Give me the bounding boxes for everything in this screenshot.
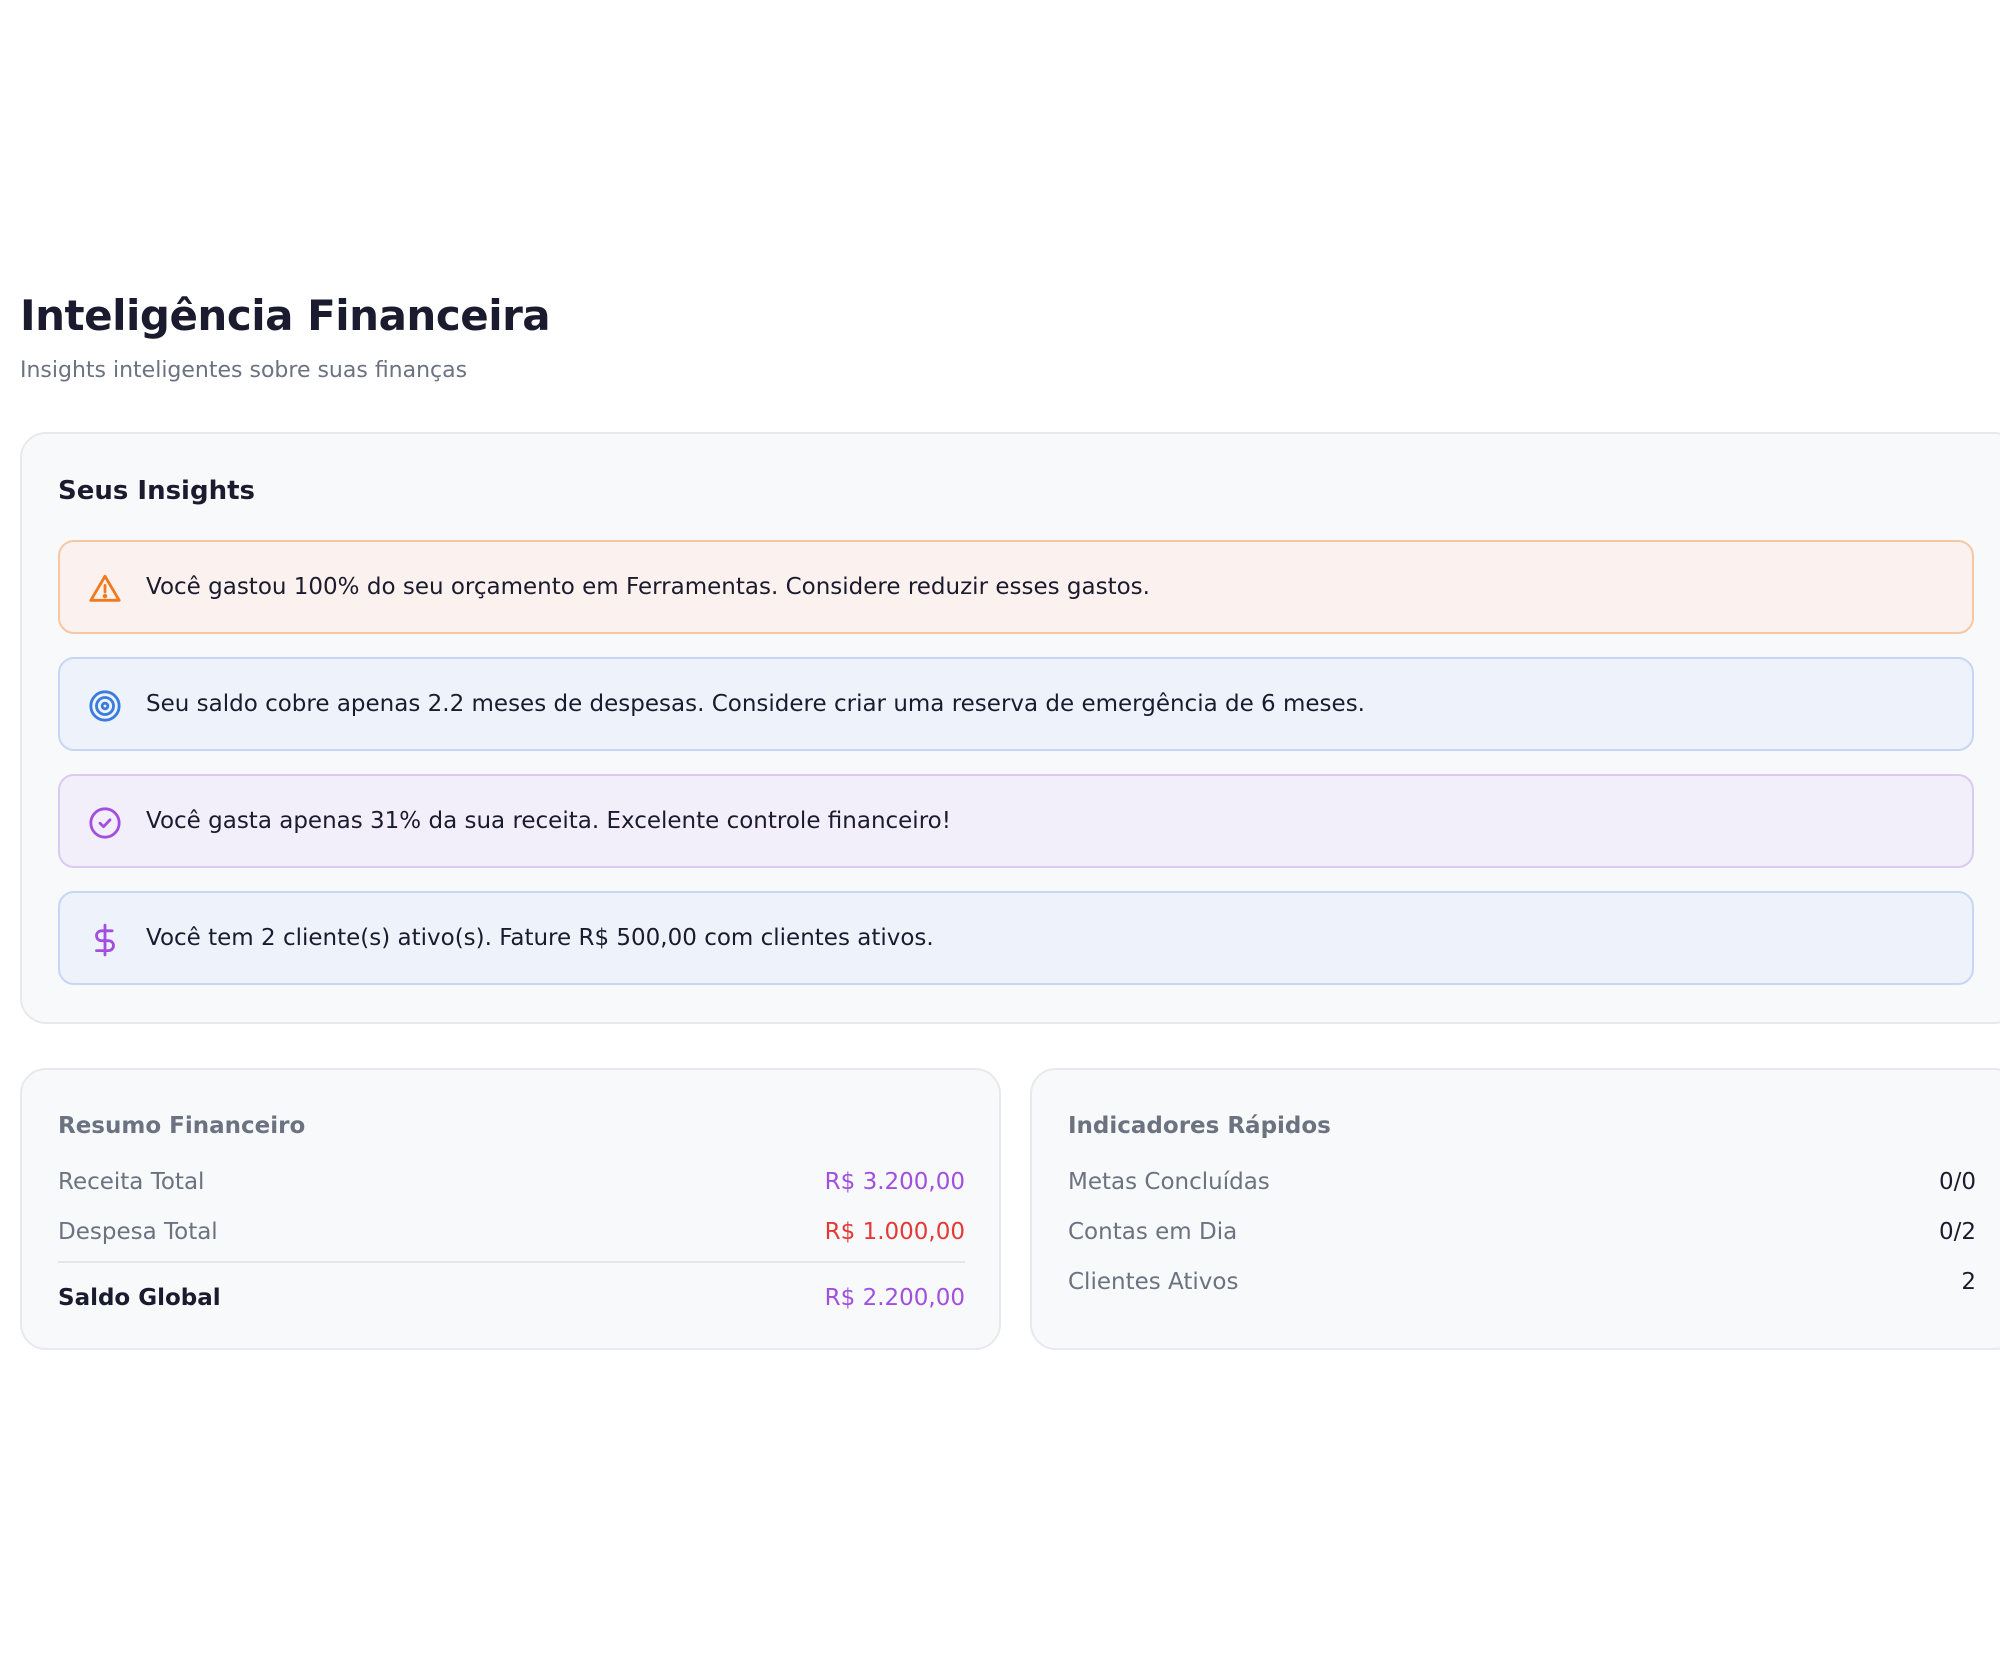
- indicator-row-active-clients: Clientes Ativos 2: [1068, 1266, 1976, 1298]
- financial-summary-title: Resumo Financeiro: [58, 1113, 306, 1139]
- target-icon: [88, 689, 122, 723]
- page-title: Inteligência Financeira: [20, 291, 551, 340]
- summary-value: R$ 1.000,00: [824, 1219, 965, 1245]
- summary-value: R$ 3.200,00: [824, 1169, 965, 1195]
- indicator-row-accounts-up-to-date: Contas em Dia 0/2: [1068, 1216, 1976, 1248]
- insight-text: Você tem 2 cliente(s) ativo(s). Fature R…: [146, 925, 934, 951]
- financial-summary-card: Resumo Financeiro Receita Total R$ 3.200…: [20, 1068, 1001, 1350]
- summary-row-global-balance: Saldo Global R$ 2.200,00: [58, 1282, 965, 1314]
- summary-row-total-expense: Despesa Total R$ 1.000,00: [58, 1216, 965, 1248]
- indicator-value: 2: [1961, 1269, 1976, 1295]
- insight-item-active-clients: Você tem 2 cliente(s) ativo(s). Fature R…: [58, 891, 1974, 985]
- dollar-icon: [88, 923, 122, 957]
- indicator-row-completed-goals: Metas Concluídas 0/0: [1068, 1166, 1976, 1198]
- quick-indicators-card: Indicadores Rápidos Metas Concluídas 0/0…: [1030, 1068, 2000, 1350]
- insight-item-spending-control: Você gasta apenas 31% da sua receita. Ex…: [58, 774, 1974, 868]
- summary-label: Receita Total: [58, 1169, 205, 1195]
- indicator-label: Contas em Dia: [1068, 1219, 1238, 1245]
- insight-item-budget-warning: Você gastou 100% do seu orçamento em Fer…: [58, 540, 1974, 634]
- page-header: Inteligência Financeira Insights intelig…: [20, 288, 551, 386]
- insight-item-emergency-reserve: Seu saldo cobre apenas 2.2 meses de desp…: [58, 657, 1974, 751]
- insights-title: Seus Insights: [58, 476, 255, 506]
- summary-label: Despesa Total: [58, 1219, 218, 1245]
- insight-list: Você gastou 100% do seu orçamento em Fer…: [58, 540, 1974, 1008]
- indicator-value: 0/2: [1938, 1219, 1976, 1245]
- indicator-label: Clientes Ativos: [1068, 1269, 1239, 1295]
- insights-card: Seus Insights Você gastou 100% do seu or…: [20, 432, 2000, 1024]
- indicator-value: 0/0: [1938, 1169, 1976, 1195]
- page-subtitle: Insights inteligentes sobre suas finança…: [20, 358, 468, 383]
- insight-text: Você gasta apenas 31% da sua receita. Ex…: [146, 808, 951, 834]
- summary-value: R$ 2.200,00: [824, 1285, 965, 1311]
- insight-text: Você gastou 100% do seu orçamento em Fer…: [146, 574, 1150, 600]
- insight-text: Seu saldo cobre apenas 2.2 meses de desp…: [146, 691, 1365, 717]
- summary-label: Saldo Global: [58, 1285, 221, 1311]
- page: Inteligência Financeira Insights intelig…: [0, 0, 2000, 1680]
- quick-indicators-title: Indicadores Rápidos: [1068, 1113, 1331, 1139]
- summary-row-total-revenue: Receita Total R$ 3.200,00: [58, 1166, 965, 1198]
- indicator-label: Metas Concluídas: [1068, 1169, 1270, 1195]
- check-circle-icon: [88, 806, 122, 840]
- summary-divider: [58, 1261, 965, 1263]
- warning-icon: [88, 572, 122, 606]
